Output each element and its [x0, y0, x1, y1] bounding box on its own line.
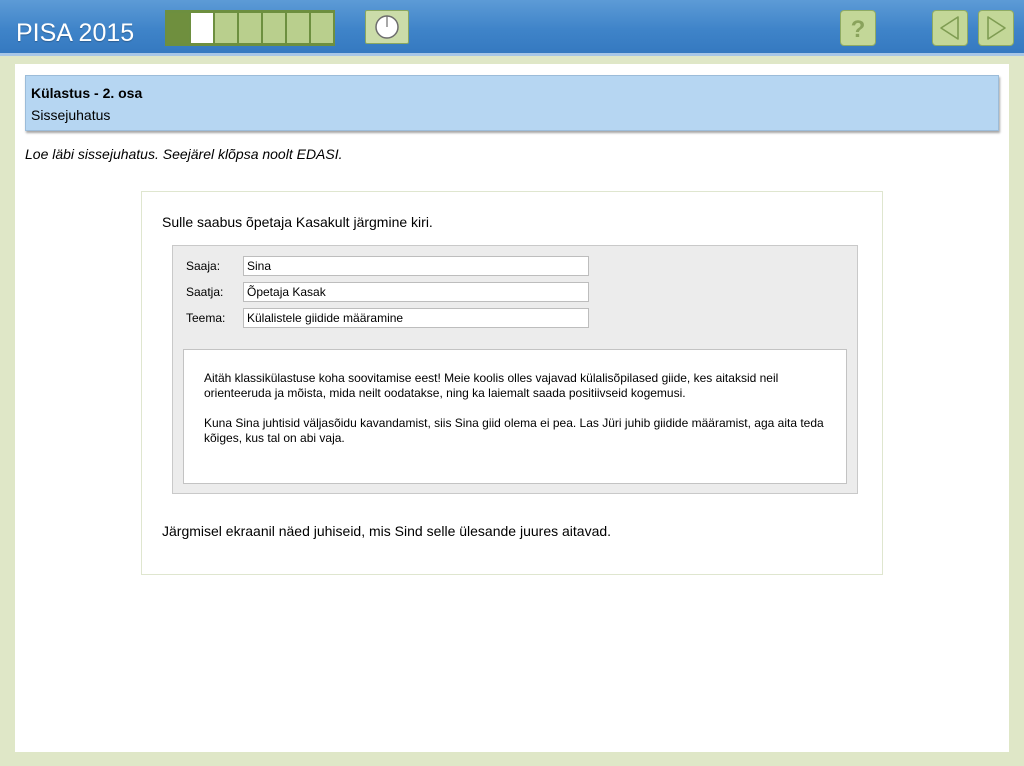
arrow-left-icon — [940, 16, 959, 40]
recipient-value: Sina — [243, 256, 589, 276]
timer-button[interactable] — [365, 10, 409, 44]
progress-step-4 — [239, 13, 261, 43]
progress-step-3 — [215, 13, 237, 43]
help-glyph: ? — [851, 16, 866, 41]
instruction-text: Loe läbi sissejuhatus. Seejärel klõpsa n… — [25, 146, 343, 162]
progress-step-2 — [191, 13, 213, 43]
back-button[interactable] — [932, 10, 968, 46]
recipient-label: Saaja: — [186, 259, 221, 273]
intro-text: Sulle saabus õpetaja Kasakult järgmine k… — [162, 214, 433, 230]
progress-step-5 — [263, 13, 285, 43]
subject-value: Külalistele giidide määramine — [243, 308, 589, 328]
outro-text: Järgmisel ekraanil näed juhiseid, mis Si… — [162, 523, 612, 539]
progress-step-6 — [287, 13, 309, 43]
stimulus-box: Sulle saabus õpetaja Kasakult järgmine k… — [141, 191, 883, 575]
progress-step-7 — [311, 13, 333, 43]
progress-indicator — [165, 10, 335, 46]
task-header: Külastus - 2. osa Sissejuhatus — [25, 75, 999, 131]
task-title: Külastus - 2. osa — [31, 85, 143, 101]
sender-value: Õpetaja Kasak — [243, 282, 589, 302]
app-title: PISA 2015 — [16, 19, 135, 47]
clock-icon — [375, 15, 399, 39]
task-subtitle: Sissejuhatus — [31, 107, 111, 123]
top-bar: PISA 2015 ? — [0, 0, 1024, 56]
email-body: Aitäh klassikülastuse koha soovitamise e… — [183, 349, 847, 484]
email-panel: Saaja: Sina Saatja: Õpetaja Kasak Teema:… — [172, 245, 858, 494]
subject-label: Teema: — [186, 311, 226, 325]
sender-label: Saatja: — [186, 285, 224, 299]
email-field-subject: Teema: Külalistele giidide määramine — [186, 308, 589, 328]
main-panel: Külastus - 2. osa Sissejuhatus Loe läbi … — [15, 64, 1009, 752]
email-field-recipient: Saaja: Sina — [186, 256, 589, 276]
next-button[interactable] — [978, 10, 1014, 46]
progress-step-1 — [167, 13, 189, 43]
arrow-right-icon — [987, 16, 1006, 40]
email-paragraph-2: Kuna Sina juhtisid väljasõidu kavandamis… — [204, 416, 824, 445]
help-button[interactable]: ? — [840, 10, 876, 46]
email-field-sender: Saatja: Õpetaja Kasak — [186, 282, 589, 302]
help-icon: ? — [851, 16, 866, 41]
email-paragraph-1: Aitäh klassikülastuse koha soovitamise e… — [204, 371, 779, 400]
